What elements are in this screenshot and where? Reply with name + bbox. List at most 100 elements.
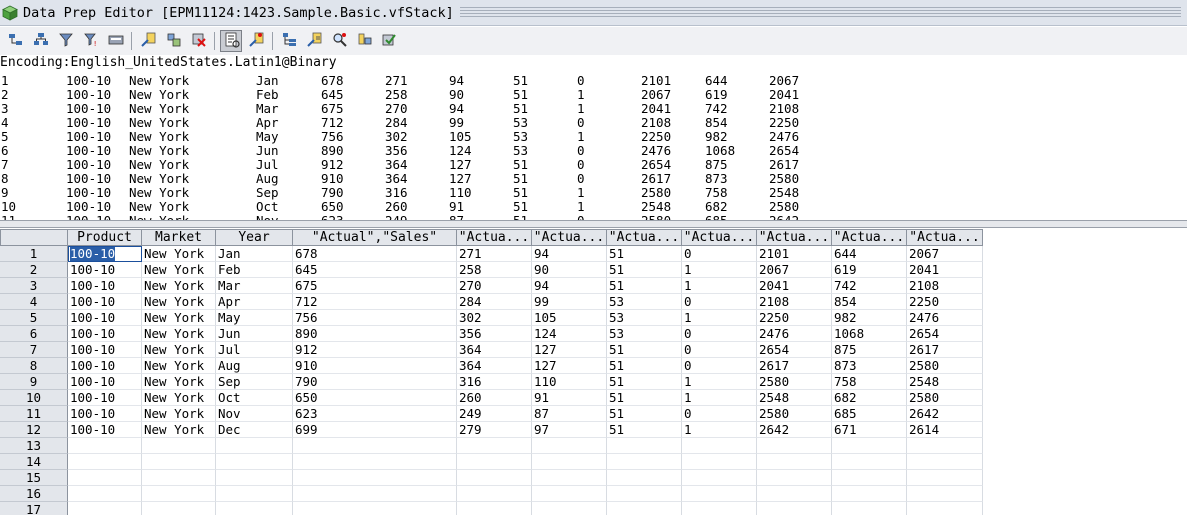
- grid-cell[interactable]: 2580: [907, 358, 983, 374]
- column-header[interactable]: Year: [216, 229, 293, 246]
- grid-cell[interactable]: [216, 486, 293, 502]
- grid-cell[interactable]: 2580: [907, 390, 983, 406]
- grid-cell[interactable]: 623: [293, 406, 457, 422]
- grid-cell[interactable]: [532, 454, 607, 470]
- grid-cell[interactable]: New York: [142, 310, 216, 326]
- grid-cell[interactable]: 100-10: [68, 326, 142, 342]
- column-header[interactable]: "Actua...: [532, 229, 607, 246]
- row-number[interactable]: 17: [0, 502, 68, 515]
- grid-cell[interactable]: [757, 454, 832, 470]
- row-number[interactable]: 6: [0, 326, 68, 342]
- grid-cell[interactable]: 912: [293, 342, 457, 358]
- grid-cell[interactable]: [216, 470, 293, 486]
- grid-cell[interactable]: 0: [682, 406, 757, 422]
- grid-cell[interactable]: 249: [457, 406, 532, 422]
- grid-cell[interactable]: [757, 470, 832, 486]
- grid-cell[interactable]: 270: [457, 278, 532, 294]
- validate-button[interactable]: [378, 30, 400, 52]
- grid-cell[interactable]: 364: [457, 342, 532, 358]
- grid-cell[interactable]: [757, 438, 832, 454]
- grid-cell[interactable]: 97: [532, 422, 607, 438]
- grid-cell[interactable]: 316: [457, 374, 532, 390]
- grid-cell[interactable]: [607, 438, 682, 454]
- grid-cell[interactable]: 94: [532, 246, 607, 262]
- grid-cell[interactable]: 650: [293, 390, 457, 406]
- grid-cell[interactable]: 619: [832, 262, 907, 278]
- grid-cell[interactable]: 1: [682, 310, 757, 326]
- grid-cell[interactable]: 685: [832, 406, 907, 422]
- grid-cell[interactable]: 91: [532, 390, 607, 406]
- column-button[interactable]: [353, 30, 375, 52]
- column-header[interactable]: Market: [142, 229, 216, 246]
- grid-cell[interactable]: [293, 470, 457, 486]
- grid-cell[interactable]: 742: [832, 278, 907, 294]
- grid-cell[interactable]: 2580: [757, 374, 832, 390]
- pane-splitter[interactable]: [0, 220, 1187, 228]
- grid-cell[interactable]: 110: [532, 374, 607, 390]
- grid-cell[interactable]: 356: [457, 326, 532, 342]
- grid-cell[interactable]: 854: [832, 294, 907, 310]
- grid-cell[interactable]: 1: [682, 422, 757, 438]
- grid-cell[interactable]: [607, 454, 682, 470]
- grid-cell[interactable]: 2548: [757, 390, 832, 406]
- grid-cell[interactable]: 2654: [757, 342, 832, 358]
- find-button[interactable]: [328, 30, 350, 52]
- grid-cell[interactable]: 0: [682, 294, 757, 310]
- column-header[interactable]: "Actua...: [607, 229, 682, 246]
- grid-cell[interactable]: 875: [832, 342, 907, 358]
- grid-cell[interactable]: 302: [457, 310, 532, 326]
- grid-cell[interactable]: New York: [142, 326, 216, 342]
- grid-cell[interactable]: Jan: [216, 246, 293, 262]
- grid-cell[interactable]: 53: [607, 294, 682, 310]
- edit-properties-button[interactable]: [303, 30, 325, 52]
- row-number[interactable]: 1: [0, 246, 68, 262]
- grid-cell[interactable]: [832, 438, 907, 454]
- grid-cell[interactable]: 51: [607, 278, 682, 294]
- grid-cell[interactable]: [216, 502, 293, 515]
- grid-cell[interactable]: May: [216, 310, 293, 326]
- grid-cell[interactable]: [457, 438, 532, 454]
- grid-cell[interactable]: 2476: [757, 326, 832, 342]
- grid-cell[interactable]: [293, 454, 457, 470]
- data-load-settings-button[interactable]: [104, 30, 126, 52]
- grid-cell[interactable]: 124: [532, 326, 607, 342]
- grid-cell[interactable]: 100-10: [68, 374, 142, 390]
- grid-cell[interactable]: 756: [293, 310, 457, 326]
- grid-cell[interactable]: 1: [682, 278, 757, 294]
- grid-cell[interactable]: [532, 470, 607, 486]
- row-number[interactable]: 13: [0, 438, 68, 454]
- row-number[interactable]: 12: [0, 422, 68, 438]
- grid-cell[interactable]: 712: [293, 294, 457, 310]
- grid-cell[interactable]: [907, 438, 983, 454]
- row-number[interactable]: 8: [0, 358, 68, 374]
- grid-cell[interactable]: [907, 454, 983, 470]
- grid-cell[interactable]: [757, 486, 832, 502]
- grid-cell[interactable]: [142, 438, 216, 454]
- grid-cell[interactable]: 790: [293, 374, 457, 390]
- grid-cell[interactable]: 645: [293, 262, 457, 278]
- grid-cell[interactable]: 2108: [907, 278, 983, 294]
- row-number[interactable]: 9: [0, 374, 68, 390]
- grid-cell[interactable]: [682, 502, 757, 515]
- grid-cell[interactable]: 99: [532, 294, 607, 310]
- grid-cell[interactable]: [293, 438, 457, 454]
- grid-cell[interactable]: 2101: [757, 246, 832, 262]
- grid-cell[interactable]: 271: [457, 246, 532, 262]
- grid-cell[interactable]: 2617: [757, 358, 832, 374]
- grid-cell[interactable]: [68, 454, 142, 470]
- grid-cell[interactable]: New York: [142, 278, 216, 294]
- grid-cell[interactable]: New York: [142, 390, 216, 406]
- grid-cell[interactable]: [68, 502, 142, 515]
- sort-button[interactable]: !: [79, 30, 101, 52]
- row-number[interactable]: 3: [0, 278, 68, 294]
- column-header[interactable]: "Actua...: [457, 229, 532, 246]
- grid-cell[interactable]: 2250: [907, 294, 983, 310]
- grid-cell[interactable]: [68, 486, 142, 502]
- grid-cell[interactable]: [682, 486, 757, 502]
- dimension-build-button[interactable]: [4, 30, 26, 52]
- grid-cell[interactable]: New York: [142, 422, 216, 438]
- grid-cell[interactable]: [142, 454, 216, 470]
- grid-cell[interactable]: 284: [457, 294, 532, 310]
- column-header[interactable]: "Actua...: [907, 229, 983, 246]
- grid-cell[interactable]: New York: [142, 294, 216, 310]
